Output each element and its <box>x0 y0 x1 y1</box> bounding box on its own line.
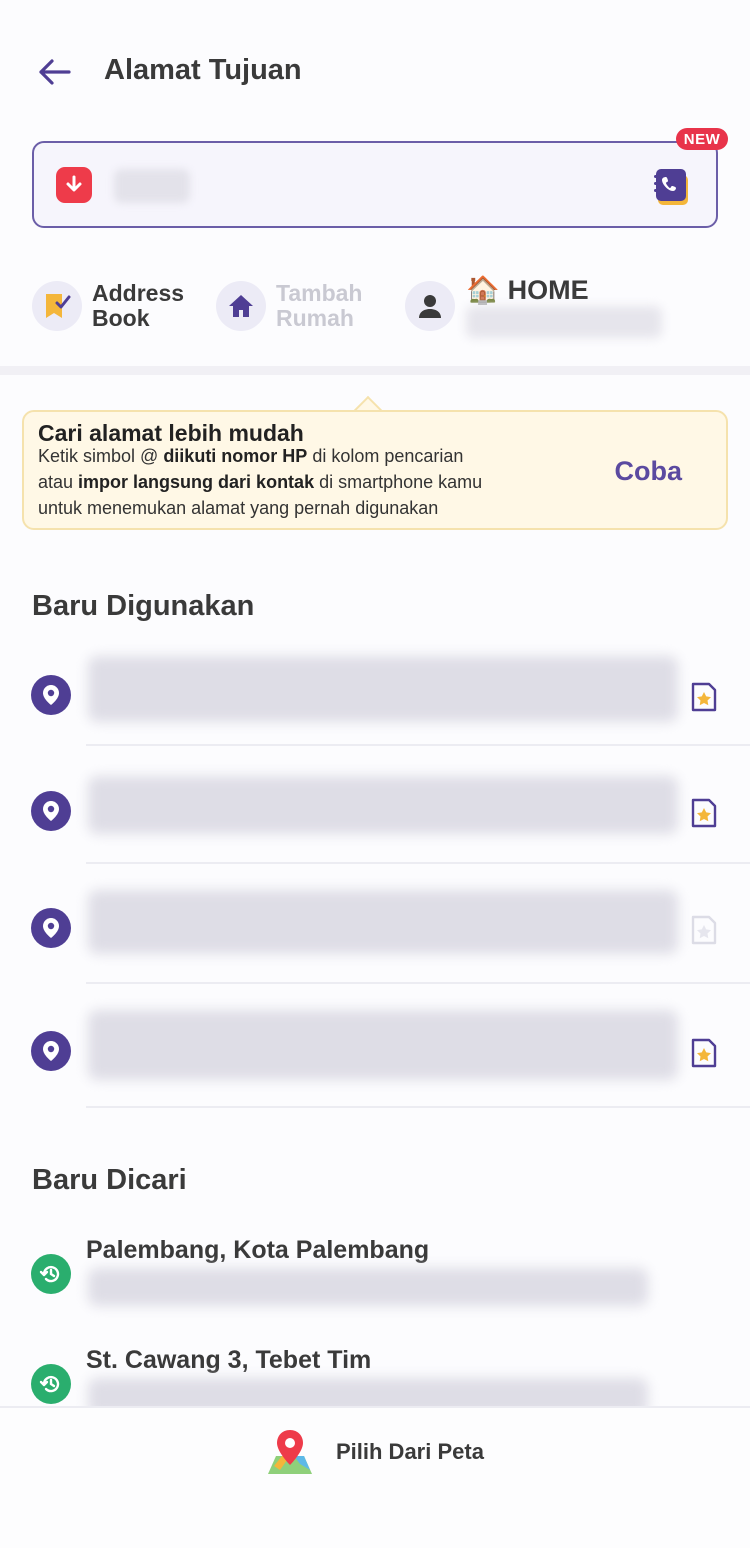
recent-search-title: Baru Dicari <box>32 1164 187 1196</box>
location-pin-icon <box>31 675 71 715</box>
bookmark-star-empty-icon[interactable] <box>690 915 718 945</box>
home-title: 🏠 HOME <box>466 274 589 306</box>
row-divider <box>86 862 750 864</box>
person-icon <box>405 281 455 331</box>
pick-from-map-button[interactable]: Pilih Dari Peta <box>264 1422 504 1482</box>
tip-title: Cari alamat lebih mudah <box>38 420 304 446</box>
address-redacted <box>88 890 678 954</box>
address-redacted <box>88 776 678 834</box>
home-shortcut[interactable] <box>405 276 455 336</box>
history-icon <box>31 1364 71 1404</box>
row-divider <box>86 744 750 746</box>
search-box[interactable] <box>32 141 718 228</box>
recent-search-title-text: St. Cawang 3, Tebet Tim <box>86 1346 372 1374</box>
back-button[interactable] <box>32 50 76 94</box>
address-book-icon <box>32 281 82 331</box>
recent-used-title: Baru Digunakan <box>32 590 255 622</box>
recent-search-title-text: Palembang, Kota Palembang <box>86 1236 430 1264</box>
home-icon <box>216 281 266 331</box>
address-detail-redacted <box>88 1268 648 1306</box>
page-title: Alamat Tujuan <box>104 54 302 86</box>
tip-line-1: Ketik simbol @ diikuti nomor HP di kolom… <box>38 446 464 466</box>
add-home-label: Tambah Rumah <box>276 280 363 331</box>
contact-phone-icon <box>654 169 688 205</box>
bookmark-star-icon[interactable] <box>690 682 718 712</box>
contact-book-button[interactable] <box>654 167 690 207</box>
house-emoji-icon: 🏠 <box>466 275 500 305</box>
search-tip-banner: Cari alamat lebih mudah Ketik simbol @ d… <box>22 410 728 530</box>
try-button[interactable]: Coba <box>615 456 683 487</box>
address-redacted <box>88 1010 678 1080</box>
address-book-label: Address Book <box>92 280 185 331</box>
section-divider <box>0 366 750 375</box>
tip-line-2: atau impor langsung dari kontak di smart… <box>38 472 483 492</box>
pick-from-map-label: Pilih Dari Peta <box>336 1439 484 1464</box>
search-input[interactable] <box>112 167 652 203</box>
bookmark-star-icon[interactable] <box>690 798 718 828</box>
row-divider <box>86 982 750 984</box>
tip-line-3: untuk menemukan alamat yang pernah digun… <box>38 498 439 518</box>
bookmark-star-icon[interactable] <box>690 1038 718 1068</box>
add-home-shortcut[interactable]: Tambah Rumah <box>216 276 362 336</box>
row-divider <box>86 1106 750 1108</box>
arrow-left-icon <box>39 59 71 85</box>
home-address-redacted <box>466 306 662 338</box>
recent-address-row[interactable] <box>0 770 750 858</box>
recent-address-row[interactable] <box>0 650 750 746</box>
recent-address-row[interactable] <box>0 884 750 978</box>
address-book-shortcut[interactable]: Address Book <box>32 276 184 336</box>
location-pin-icon <box>31 791 71 831</box>
bottom-bar: Pilih Dari Peta <box>0 1406 750 1548</box>
recent-address-row[interactable] <box>0 1004 750 1104</box>
header: Alamat Tujuan <box>0 0 750 130</box>
home-label: HOME <box>507 274 589 305</box>
destination-pin-icon <box>56 167 92 203</box>
map-pin-icon <box>268 1430 312 1474</box>
address-redacted <box>88 656 678 722</box>
recent-search-row[interactable]: Palembang, Kota Palembang <box>0 1236 750 1316</box>
location-pin-icon <box>31 908 71 948</box>
location-pin-icon <box>31 1031 71 1071</box>
history-icon <box>31 1254 71 1294</box>
new-badge: NEW <box>676 128 728 150</box>
